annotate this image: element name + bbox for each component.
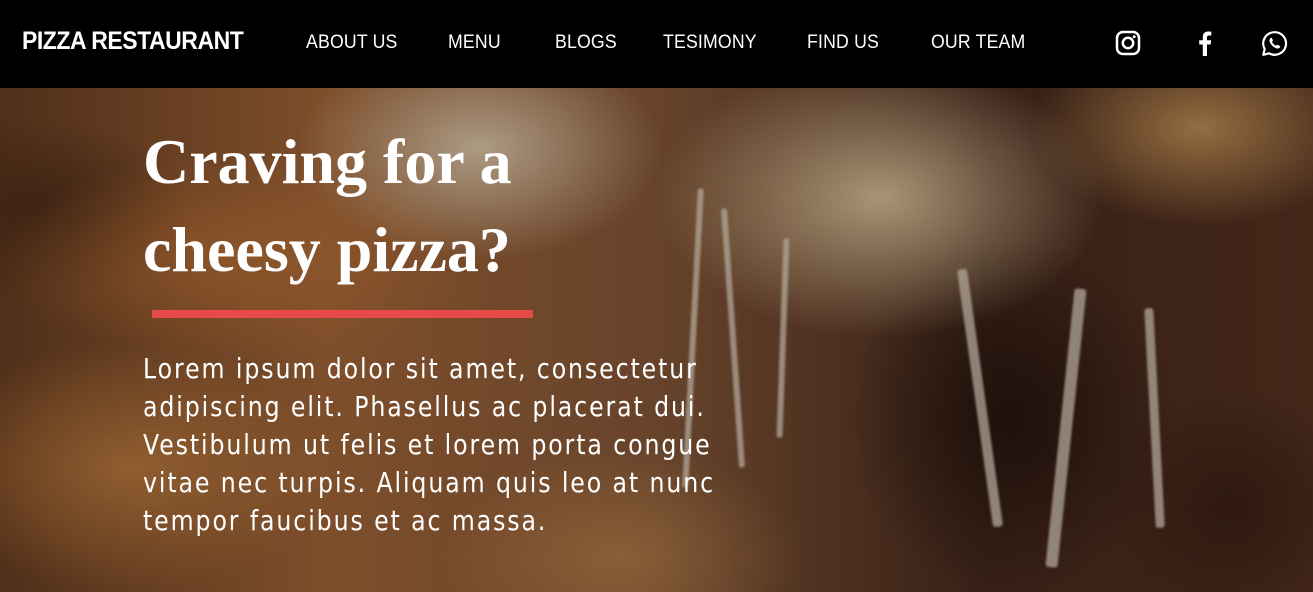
hero-title: Craving for a cheesy pizza?: [143, 126, 512, 285]
facebook-icon[interactable]: [1191, 29, 1219, 57]
hero-divider: [152, 310, 533, 318]
nav-testimony[interactable]: TESIMONY: [663, 32, 757, 54]
instagram-icon[interactable]: [1114, 29, 1142, 57]
nav-our-team[interactable]: OUR TEAM: [931, 32, 1025, 54]
navbar: PIZZA RESTAURANT ABOUT US MENU BLOGS TES…: [0, 0, 1313, 88]
whatsapp-icon[interactable]: [1260, 29, 1288, 57]
nav-about-us[interactable]: ABOUT US: [306, 32, 398, 54]
brand-logo[interactable]: PIZZA RESTAURANT: [22, 27, 244, 56]
nav-blogs[interactable]: BLOGS: [555, 32, 617, 54]
hero-section: Craving for a cheesy pizza? Lorem ipsum …: [0, 88, 1313, 592]
hero-description: Lorem ipsum dolor sit amet, consectetur …: [143, 353, 715, 537]
nav-menu[interactable]: MENU: [448, 32, 501, 54]
nav-find-us[interactable]: FIND US: [807, 32, 879, 54]
